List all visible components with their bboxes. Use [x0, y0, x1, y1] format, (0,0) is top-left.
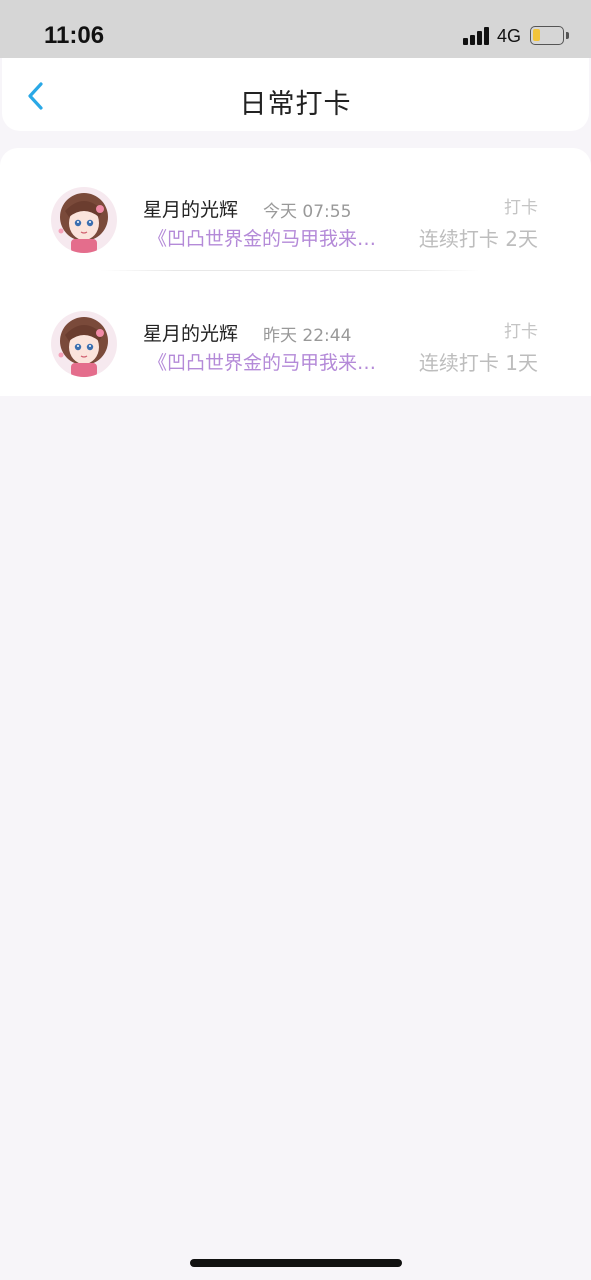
avatar[interactable] [51, 187, 117, 253]
list-item[interactable]: 星月的光辉 今天 07:55 打卡 《凹凸世界金的马甲我来… 连续打卡 2天 [0, 148, 591, 272]
streak-count: 连续打卡 2天 [418, 227, 538, 251]
network-type: 4G [497, 26, 522, 46]
avatar-image [51, 311, 117, 377]
status-time: 11:06 [44, 22, 105, 49]
status-bar: 11:06 4G [0, 0, 591, 58]
checkin-label[interactable]: 打卡 [504, 317, 538, 342]
book-title-link[interactable]: 《凹凸世界金的马甲我来… [148, 224, 398, 251]
list-item[interactable]: 星月的光辉 昨天 22:44 打卡 《凹凸世界金的马甲我来… 连续打卡 1天 [0, 272, 591, 396]
avatar[interactable] [51, 311, 117, 377]
nav-bar: 日常打卡 [2, 58, 589, 131]
page-title: 日常打卡 [239, 89, 352, 120]
user-name[interactable]: 星月的光辉 [143, 319, 238, 346]
battery-level [533, 29, 540, 41]
home-indicator[interactable] [190, 1259, 402, 1267]
battery-icon [530, 26, 564, 45]
checkin-label[interactable]: 打卡 [504, 193, 538, 218]
cellular-signal-icon [463, 27, 491, 45]
divider [100, 270, 480, 271]
post-time: 今天 07:55 [263, 202, 352, 222]
user-name[interactable]: 星月的光辉 [143, 195, 238, 222]
post-time: 昨天 22:44 [263, 326, 352, 346]
battery-tip [566, 32, 569, 39]
checkin-list: 星月的光辉 今天 07:55 打卡 《凹凸世界金的马甲我来… 连续打卡 2天 星… [0, 148, 591, 396]
avatar-image [51, 187, 117, 253]
streak-count: 连续打卡 1天 [418, 351, 538, 375]
book-title-link[interactable]: 《凹凸世界金的马甲我来… [148, 348, 398, 375]
